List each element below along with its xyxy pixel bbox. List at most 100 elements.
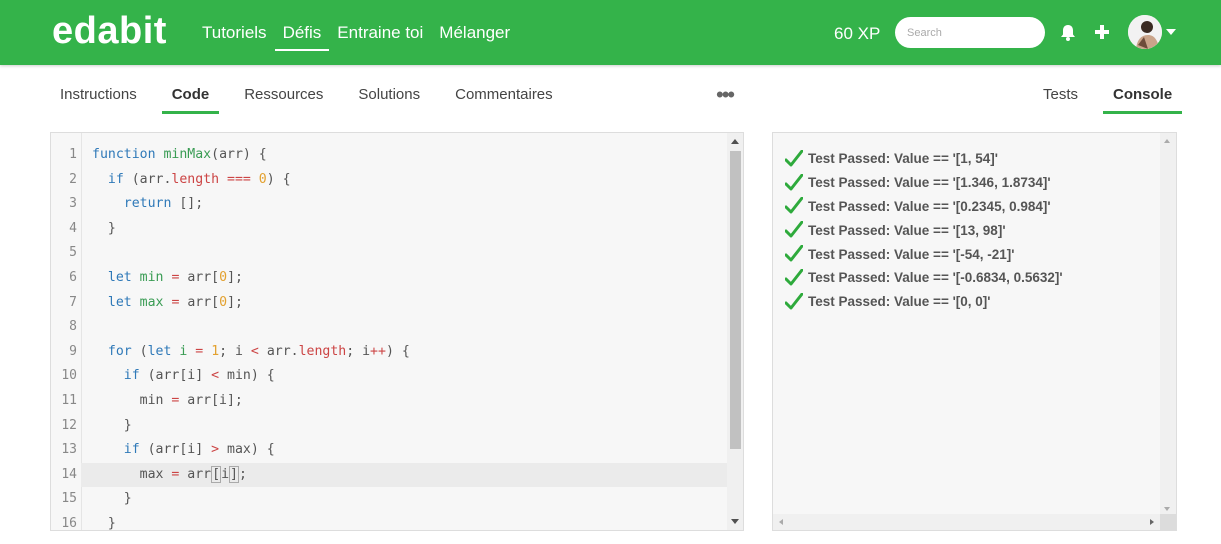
console-horizontal-scrollbar[interactable] <box>773 514 1161 530</box>
output-tabs: Tests Console <box>1033 86 1183 114</box>
check-icon <box>785 245 803 262</box>
line-number: 5 <box>69 245 77 261</box>
code-line[interactable]: 2 if (arr.length === 0) { <box>69 168 727 193</box>
check-icon <box>785 268 803 286</box>
scroll-down-icon[interactable] <box>731 519 739 524</box>
tab-tests[interactable]: Tests <box>1033 86 1088 114</box>
test-result: Test Passed: Value == '[-54, -21]' <box>785 242 1063 266</box>
nav-tutoriels[interactable]: Tutoriels <box>202 23 267 51</box>
scroll-left-icon[interactable] <box>779 519 783 525</box>
test-result-text: Test Passed: Value == '[1.346, 1.8734]' <box>808 175 1051 191</box>
test-result-text: Test Passed: Value == '[1, 54]' <box>808 151 999 167</box>
code-line[interactable]: 5 <box>69 241 727 266</box>
code-text[interactable]: } <box>92 512 116 530</box>
test-result: Test Passed: Value == '[0, 0]' <box>785 290 1063 314</box>
code-line[interactable]: 13 if (arr[i] > max) { <box>61 438 727 463</box>
chevron-down-icon[interactable] <box>1166 29 1176 35</box>
console-panel: Test Passed: Value == '[1, 54]' Test Pas… <box>772 132 1177 531</box>
test-results: Test Passed: Value == '[1, 54]' Test Pas… <box>785 147 1063 314</box>
line-number: 14 <box>61 466 77 482</box>
code-text[interactable]: function minMax(arr) { <box>92 143 267 168</box>
editor-tabs: Instructions Code Ressources Solutions C… <box>50 86 578 114</box>
plus-icon[interactable] <box>1094 24 1110 40</box>
tab-ressources[interactable]: Ressources <box>234 86 333 114</box>
line-number: 2 <box>69 171 77 187</box>
scroll-up-icon[interactable] <box>1164 139 1170 143</box>
nav-melanger[interactable]: Mélanger <box>439 23 510 51</box>
editor-vertical-scrollbar[interactable] <box>727 133 743 530</box>
avatar[interactable] <box>1128 15 1162 49</box>
code-line[interactable]: 16 } <box>61 512 727 530</box>
code-line[interactable]: 11 min = arr[i]; <box>61 389 727 414</box>
scroll-up-icon[interactable] <box>731 139 739 144</box>
line-number: 1 <box>69 147 77 162</box>
code-text[interactable]: let min = arr[0]; <box>92 266 243 291</box>
code-text[interactable]: max = arr[i]; <box>92 463 247 488</box>
line-number: 16 <box>61 515 77 531</box>
test-result: Test Passed: Value == '[13, 98]' <box>785 218 1063 242</box>
code-line[interactable]: 10 if (arr[i] < min) { <box>61 364 727 389</box>
code-text[interactable]: if (arr[i] > max) { <box>92 438 275 463</box>
code-line[interactable]: 6 let min = arr[0]; <box>69 266 727 291</box>
nav-defis[interactable]: Défis <box>274 23 330 51</box>
xp-counter[interactable]: 60 XP <box>834 24 880 44</box>
code-line[interactable]: 3 return []; <box>69 192 727 217</box>
check-icon <box>785 197 803 214</box>
main-nav: Tutoriels Défis Entraine toi Mélanger <box>202 23 526 51</box>
scroll-down-icon[interactable] <box>1164 507 1170 511</box>
line-number: 7 <box>69 294 77 310</box>
code-text[interactable]: } <box>92 414 132 439</box>
code-lines[interactable]: 1 function minMax(arr) { 2 if (arr.length… <box>61 143 727 530</box>
test-result-text: Test Passed: Value == '[-0.6834, 0.5632]… <box>808 270 1063 286</box>
check-icon <box>785 149 803 167</box>
line-number: 13 <box>61 442 77 458</box>
code-line[interactable]: 12 } <box>61 414 727 439</box>
scrollbar-corner <box>1160 514 1176 530</box>
tab-console[interactable]: Console <box>1103 86 1183 114</box>
line-number: 3 <box>69 196 77 212</box>
code-text[interactable]: if (arr.length === 0) { <box>92 168 291 193</box>
test-result-text: Test Passed: Value == '[0, 0]' <box>808 294 991 310</box>
test-result: Test Passed: Value == '[1.346, 1.8734]' <box>785 171 1063 195</box>
test-result-text: Test Passed: Value == '[-54, -21]' <box>808 246 1015 262</box>
code-text[interactable]: if (arr[i] < min) { <box>92 364 275 389</box>
search-input[interactable] <box>895 17 1045 48</box>
scrollbar-thumb[interactable] <box>730 151 741 449</box>
edabit-logo[interactable]: edabit <box>52 10 167 53</box>
test-result-text: Test Passed: Value == '[0.2345, 0.984]' <box>808 198 1051 214</box>
line-number: 6 <box>69 269 77 285</box>
line-number: 8 <box>69 319 77 335</box>
top-navbar: edabit Tutoriels Défis Entraine toi Méla… <box>0 0 1221 65</box>
nav-entraine-toi[interactable]: Entraine toi <box>337 23 423 51</box>
code-text[interactable]: return []; <box>92 192 203 217</box>
code-editor[interactable]: 1 function minMax(arr) { 2 if (arr.length… <box>50 132 744 531</box>
code-line[interactable]: 15 } <box>61 487 727 512</box>
test-result: Test Passed: Value == '[1, 54]' <box>785 147 1063 171</box>
tab-instructions[interactable]: Instructions <box>50 86 147 114</box>
tab-solutions[interactable]: Solutions <box>348 86 430 114</box>
code-text[interactable]: } <box>92 487 132 512</box>
code-text[interactable]: for (let i = 1; i < arr.length; i++) { <box>92 340 410 365</box>
line-number: 15 <box>61 491 77 507</box>
code-line[interactable]: 9 for (let i = 1; i < arr.length; i++) { <box>69 340 727 365</box>
bell-icon[interactable] <box>1060 24 1076 42</box>
scroll-right-icon[interactable] <box>1150 519 1154 525</box>
code-line[interactable]: 8 <box>69 315 727 340</box>
code-line[interactable]: 7 let max = arr[0]; <box>69 291 727 316</box>
check-icon <box>785 221 803 238</box>
tab-commentaires[interactable]: Commentaires <box>445 86 563 114</box>
line-number: 4 <box>69 220 77 236</box>
code-line[interactable]: 1 function minMax(arr) { <box>69 143 727 168</box>
line-number: 11 <box>61 392 77 408</box>
test-result-text: Test Passed: Value == '[13, 98]' <box>808 222 1006 238</box>
test-result: Test Passed: Value == '[0.2345, 0.984]' <box>785 195 1063 219</box>
code-text[interactable]: min = arr[i]; <box>92 389 243 414</box>
tab-code[interactable]: Code <box>161 86 220 114</box>
code-line[interactable]: 4 } <box>69 217 727 242</box>
line-number: 10 <box>61 368 77 384</box>
code-text[interactable]: } <box>92 217 116 242</box>
code-line-active[interactable]: 14 max = arr[i]; <box>61 462 727 488</box>
code-text[interactable]: let max = arr[0]; <box>92 291 243 316</box>
more-options-icon[interactable]: ••• <box>716 84 735 106</box>
console-vertical-scrollbar[interactable] <box>1160 133 1176 517</box>
